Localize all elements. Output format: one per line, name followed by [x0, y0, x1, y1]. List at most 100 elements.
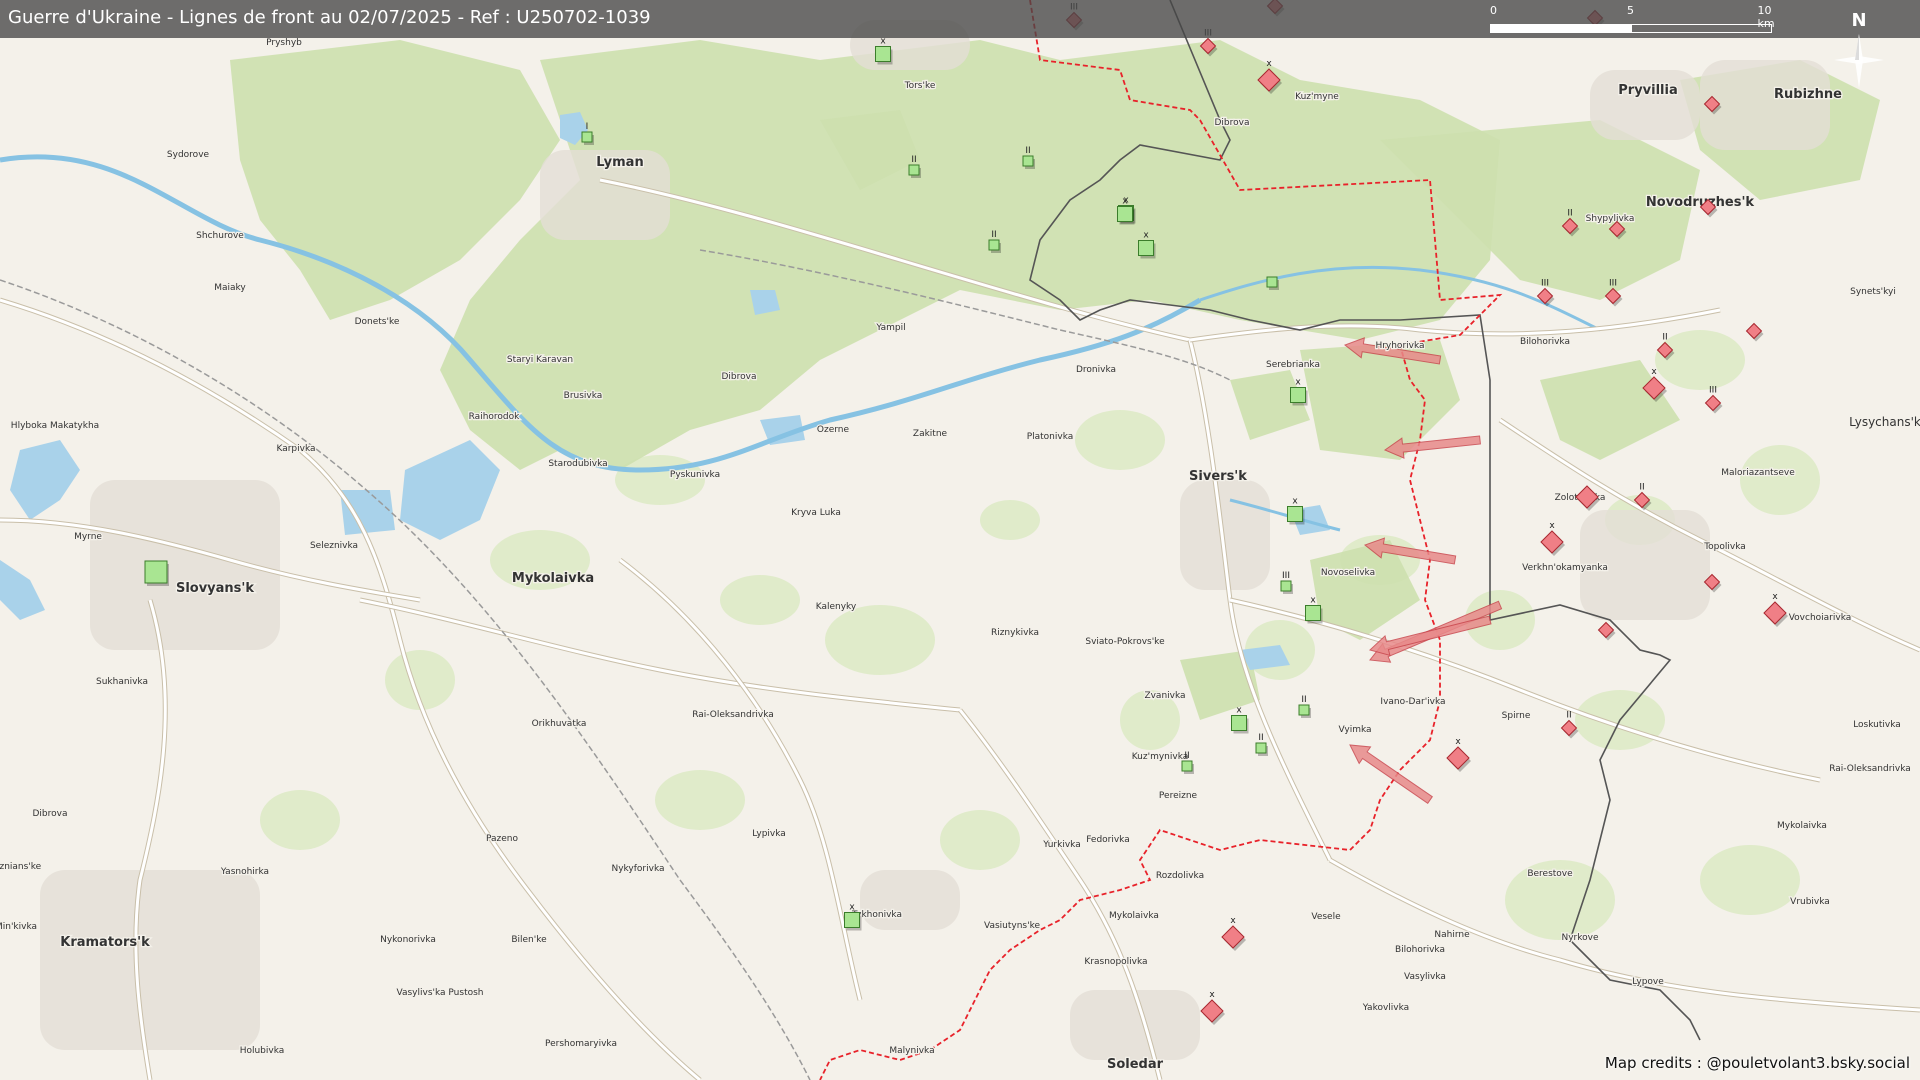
meadow-5: [980, 500, 1040, 540]
place-label: Loskutivka: [1853, 720, 1901, 730]
place-label: Spirne: [1502, 711, 1531, 721]
place-label: Pryvillia: [1618, 83, 1677, 98]
ua-unit-square: [581, 131, 593, 143]
compass-star-icon: [1834, 34, 1884, 88]
ua-unit-echelon: II: [1258, 733, 1263, 743]
place-label: Malynivka: [889, 1046, 934, 1056]
ua-unit-square: [1280, 580, 1292, 592]
meadow-2: [720, 575, 800, 625]
place-label: Mykolaivka: [512, 571, 594, 586]
place-label: Maloriazantseve: [1721, 468, 1795, 478]
ua-unit-square: [1117, 206, 1133, 222]
ua-unit-square: [844, 912, 860, 928]
place-label: Nahirne: [1434, 930, 1470, 940]
place-label: Zakitne: [913, 429, 948, 439]
ua-unit-square: [1266, 276, 1278, 288]
place-label: Yampil: [875, 323, 905, 333]
lake-1: [340, 490, 395, 535]
north-arrow: N: [1830, 10, 1888, 88]
urban-area-9: [860, 870, 960, 930]
place-label: Vesele: [1311, 912, 1341, 922]
place-label: Ivano-Dar'ivka: [1380, 697, 1445, 707]
place-label: Berestove: [1527, 869, 1573, 879]
map-title: Guerre d'Ukraine - Lignes de front au 02…: [8, 7, 651, 28]
ua-unit-echelon: x: [1236, 706, 1242, 716]
ru-unit-echelon: II: [1639, 483, 1644, 493]
ua-unit-echelon: x: [1295, 378, 1301, 388]
place-label: Pereizne: [1159, 791, 1198, 801]
meadow-9: [1655, 330, 1745, 390]
ua-unit-echelon: II: [991, 230, 996, 240]
place-label: Vasylivs'ka Pustosh: [397, 988, 484, 998]
place-label: Zvanivka: [1144, 691, 1185, 701]
ua-unit-echelon: x: [1143, 231, 1149, 241]
meadow-17: [940, 810, 1020, 870]
scale-bar: 0 5 10 km: [1490, 4, 1775, 34]
place-label: Vasiutyns'ke: [984, 921, 1040, 931]
place-label: Pyskunivka: [670, 470, 720, 480]
title-bar: Guerre d'Ukraine - Lignes de front au 02…: [0, 0, 1920, 38]
place-label: Kramators'k: [60, 935, 150, 950]
place-label: Raihorodok: [469, 412, 521, 422]
place-label: Serebrianka: [1266, 360, 1320, 370]
ru-unit-echelon: II: [1567, 209, 1572, 219]
place-label: Seleznivka: [310, 541, 358, 551]
place-label: Karpivka: [276, 444, 315, 454]
place-label: Yakovlivka: [1362, 1003, 1409, 1013]
place-label: Kuz'mynivka: [1132, 752, 1189, 762]
place-label: Sydorove: [167, 150, 210, 160]
ua-unit-square: [1181, 760, 1193, 772]
place-label: Bilohorivka: [1520, 337, 1570, 347]
place-label: Sviato-Pokrovs'ke: [1085, 637, 1165, 647]
place-label: Maiaky: [214, 283, 246, 293]
ru-unit-echelon: x: [1266, 59, 1272, 69]
ru-unit-echelon: II: [1566, 711, 1571, 721]
place-label: Kuz'myne: [1295, 92, 1339, 102]
place-label: Yasnohirka: [220, 867, 269, 877]
place-label: Novodruzhes'k: [1646, 195, 1755, 210]
ua-unit-echelon: II: [1184, 751, 1189, 761]
place-label: Lysychans'k: [1849, 415, 1920, 429]
place-label: Dibrova: [722, 372, 757, 382]
ua-unit-echelon: II: [1025, 146, 1030, 156]
place-label: Lypove: [1632, 977, 1664, 987]
place-label: Ozerne: [817, 425, 850, 435]
ua-unit-echelon: x: [1122, 197, 1128, 207]
map-canvas: Slovyans'k Kramators'k Lyman Mykolaivka Sive…: [0, 0, 1920, 1080]
place-label: Donets'ke: [355, 317, 400, 327]
ua-unit-echelon: x: [880, 37, 886, 47]
urban-area-1: [40, 870, 260, 1050]
place-label: Lyman: [596, 155, 643, 170]
place-label: Vrubivka: [1790, 897, 1830, 907]
ua-unit-square: [875, 46, 891, 62]
ua-unit-square: [1305, 605, 1321, 621]
ua-unit-square: [908, 164, 920, 176]
place-label: Sivers'k: [1189, 469, 1247, 484]
urban-area-6: [1590, 70, 1700, 140]
place-label: Sukhanivka: [96, 677, 148, 687]
map-view[interactable]: Slovyans'k Kramators'k Lyman Mykolaivka Sive…: [0, 0, 1920, 1080]
place-label: Hryhorivka: [1375, 341, 1424, 351]
ua-unit-marker: [144, 560, 169, 586]
ua-unit-square: [1298, 704, 1310, 716]
place-label: Fedorivka: [1086, 835, 1130, 845]
place-label: Soledar: [1107, 1057, 1164, 1072]
place-label: Slovyans'k: [176, 581, 254, 596]
ua-unit-echelon: x: [849, 903, 855, 913]
place-label: Shypylivka: [1586, 214, 1635, 224]
place-label: Vovchoiarivka: [1789, 613, 1852, 623]
ua-unit-square: [1138, 240, 1154, 256]
place-label: Rubizhne: [1774, 87, 1842, 102]
ru-unit-echelon: II: [1662, 333, 1667, 343]
place-label: Nykonorivka: [380, 935, 436, 945]
ru-unit-echelon: III: [1709, 386, 1717, 396]
meadow-15: [260, 790, 340, 850]
ru-unit-echelon: x: [1230, 916, 1236, 926]
place-label: Bilen'ke: [511, 935, 547, 945]
place-label: Mykolaivka: [1109, 911, 1159, 921]
scale-label-0: 0: [1490, 4, 1497, 17]
place-label: Nyrkove: [1561, 933, 1598, 943]
ua-unit-square: [1255, 742, 1267, 754]
ua-unit-echelon: x: [1292, 497, 1298, 507]
place-label: Staryi Karavan: [507, 355, 573, 365]
